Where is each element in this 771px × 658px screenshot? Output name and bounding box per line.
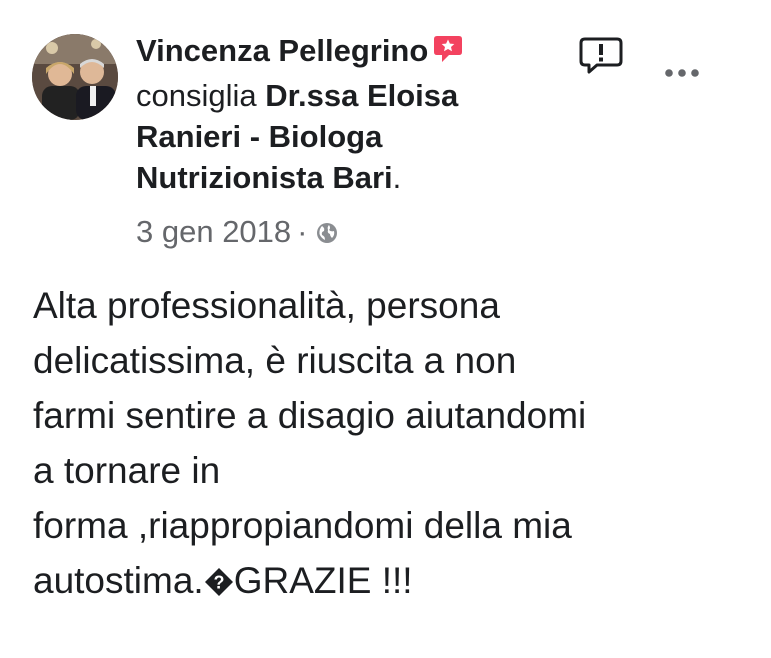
globe-icon: [315, 215, 339, 255]
svg-text:?: ?: [213, 573, 224, 593]
meta-separator: ·: [297, 214, 308, 249]
review-line: Alta professionalità, persona: [33, 285, 500, 326]
report-icon[interactable]: [578, 36, 624, 76]
review-post: Vincenza Pellegrino consiglia Dr.ssa Elo…: [0, 0, 771, 658]
review-line-last: autostima. ? GRAZIE !!!: [33, 560, 413, 601]
review-line: farmi sentire a disagio aiutandomi: [33, 395, 587, 436]
recommend-verb: consiglia: [136, 78, 257, 113]
review-last-after: GRAZIE !!!: [233, 560, 413, 601]
author-avatar[interactable]: [32, 34, 118, 120]
review-last-before: autostima.: [33, 560, 204, 601]
post-date[interactable]: 3 gen 2018: [136, 214, 291, 249]
author-name[interactable]: Vincenza Pellegrino: [136, 33, 428, 68]
post-meta: 3 gen 2018 ·: [136, 212, 339, 255]
page-name-period: .: [392, 160, 402, 195]
review-text: Alta professionalità, persona delicatiss…: [33, 278, 733, 608]
recommend-badge-icon: [432, 33, 464, 75]
review-line: a tornare in: [33, 450, 221, 491]
review-line: forma ,riappropiandomi della mia: [33, 505, 572, 546]
replacement-character-icon: ?: [204, 557, 234, 596]
post-header: Vincenza Pellegrino consiglia Dr.ssa Elo…: [136, 30, 546, 198]
more-options-icon[interactable]: [664, 64, 700, 80]
review-line: delicatissima, è riuscita a non: [33, 340, 517, 381]
